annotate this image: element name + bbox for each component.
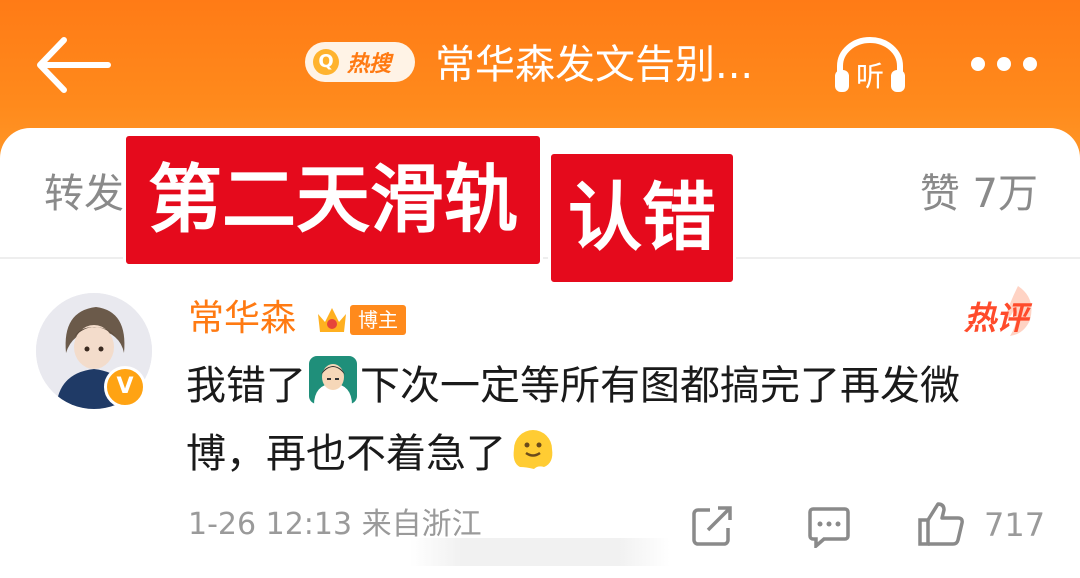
comment-username[interactable]: 常华森 xyxy=(188,296,296,342)
hot-comment-badge: 热评 xyxy=(960,280,1040,340)
like-count: 717 xyxy=(984,506,1046,544)
blogger-badge: 博主 xyxy=(350,305,406,335)
caption-overlay-apology: 认错 xyxy=(548,151,736,285)
verified-icon: V xyxy=(104,366,146,408)
page-title: 常华森发文告别... xyxy=(435,42,754,88)
back-arrow-icon[interactable] xyxy=(30,30,114,100)
comment-text-part1: 我错了 xyxy=(186,363,306,409)
search-icon: Q xyxy=(313,49,339,75)
more-dots-icon[interactable] xyxy=(968,52,1040,76)
share-icon[interactable] xyxy=(690,504,734,548)
face-palm-emoji-icon xyxy=(309,356,357,405)
listen-label: 听 xyxy=(856,60,884,93)
comment-text: 我错了 下次一定等所有图都搞完了再发微博，再也不着急了 xyxy=(186,352,1026,488)
melting-face-emoji-icon xyxy=(513,430,553,469)
hot-comment-label: 热评 xyxy=(964,299,1029,337)
watermark xyxy=(410,538,670,566)
caption-overlay-main: 第二天滑轨 xyxy=(123,133,543,267)
crown-icon xyxy=(318,308,346,332)
tab-forward[interactable]: 转发 xyxy=(44,166,124,222)
hot-search-label: 热搜 xyxy=(347,52,392,77)
like-thumb-icon[interactable] xyxy=(916,500,966,548)
hot-search-badge[interactable]: Q 热搜 xyxy=(305,42,415,82)
tab-likes[interactable]: 赞 7万 xyxy=(920,166,1038,222)
comment-reply-icon[interactable] xyxy=(806,506,852,548)
listen-button[interactable]: 听 xyxy=(830,36,910,98)
